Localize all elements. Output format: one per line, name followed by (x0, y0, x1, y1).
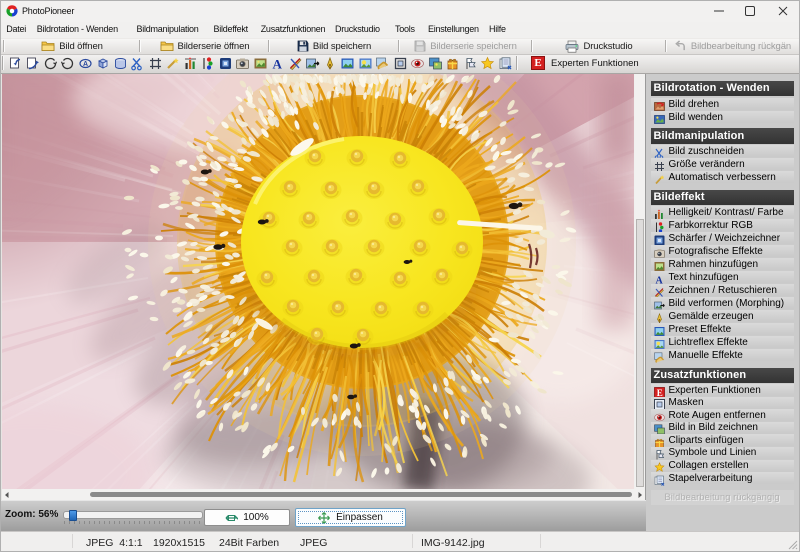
svg-text:A: A (83, 61, 88, 68)
svg-text:A: A (273, 57, 283, 72)
